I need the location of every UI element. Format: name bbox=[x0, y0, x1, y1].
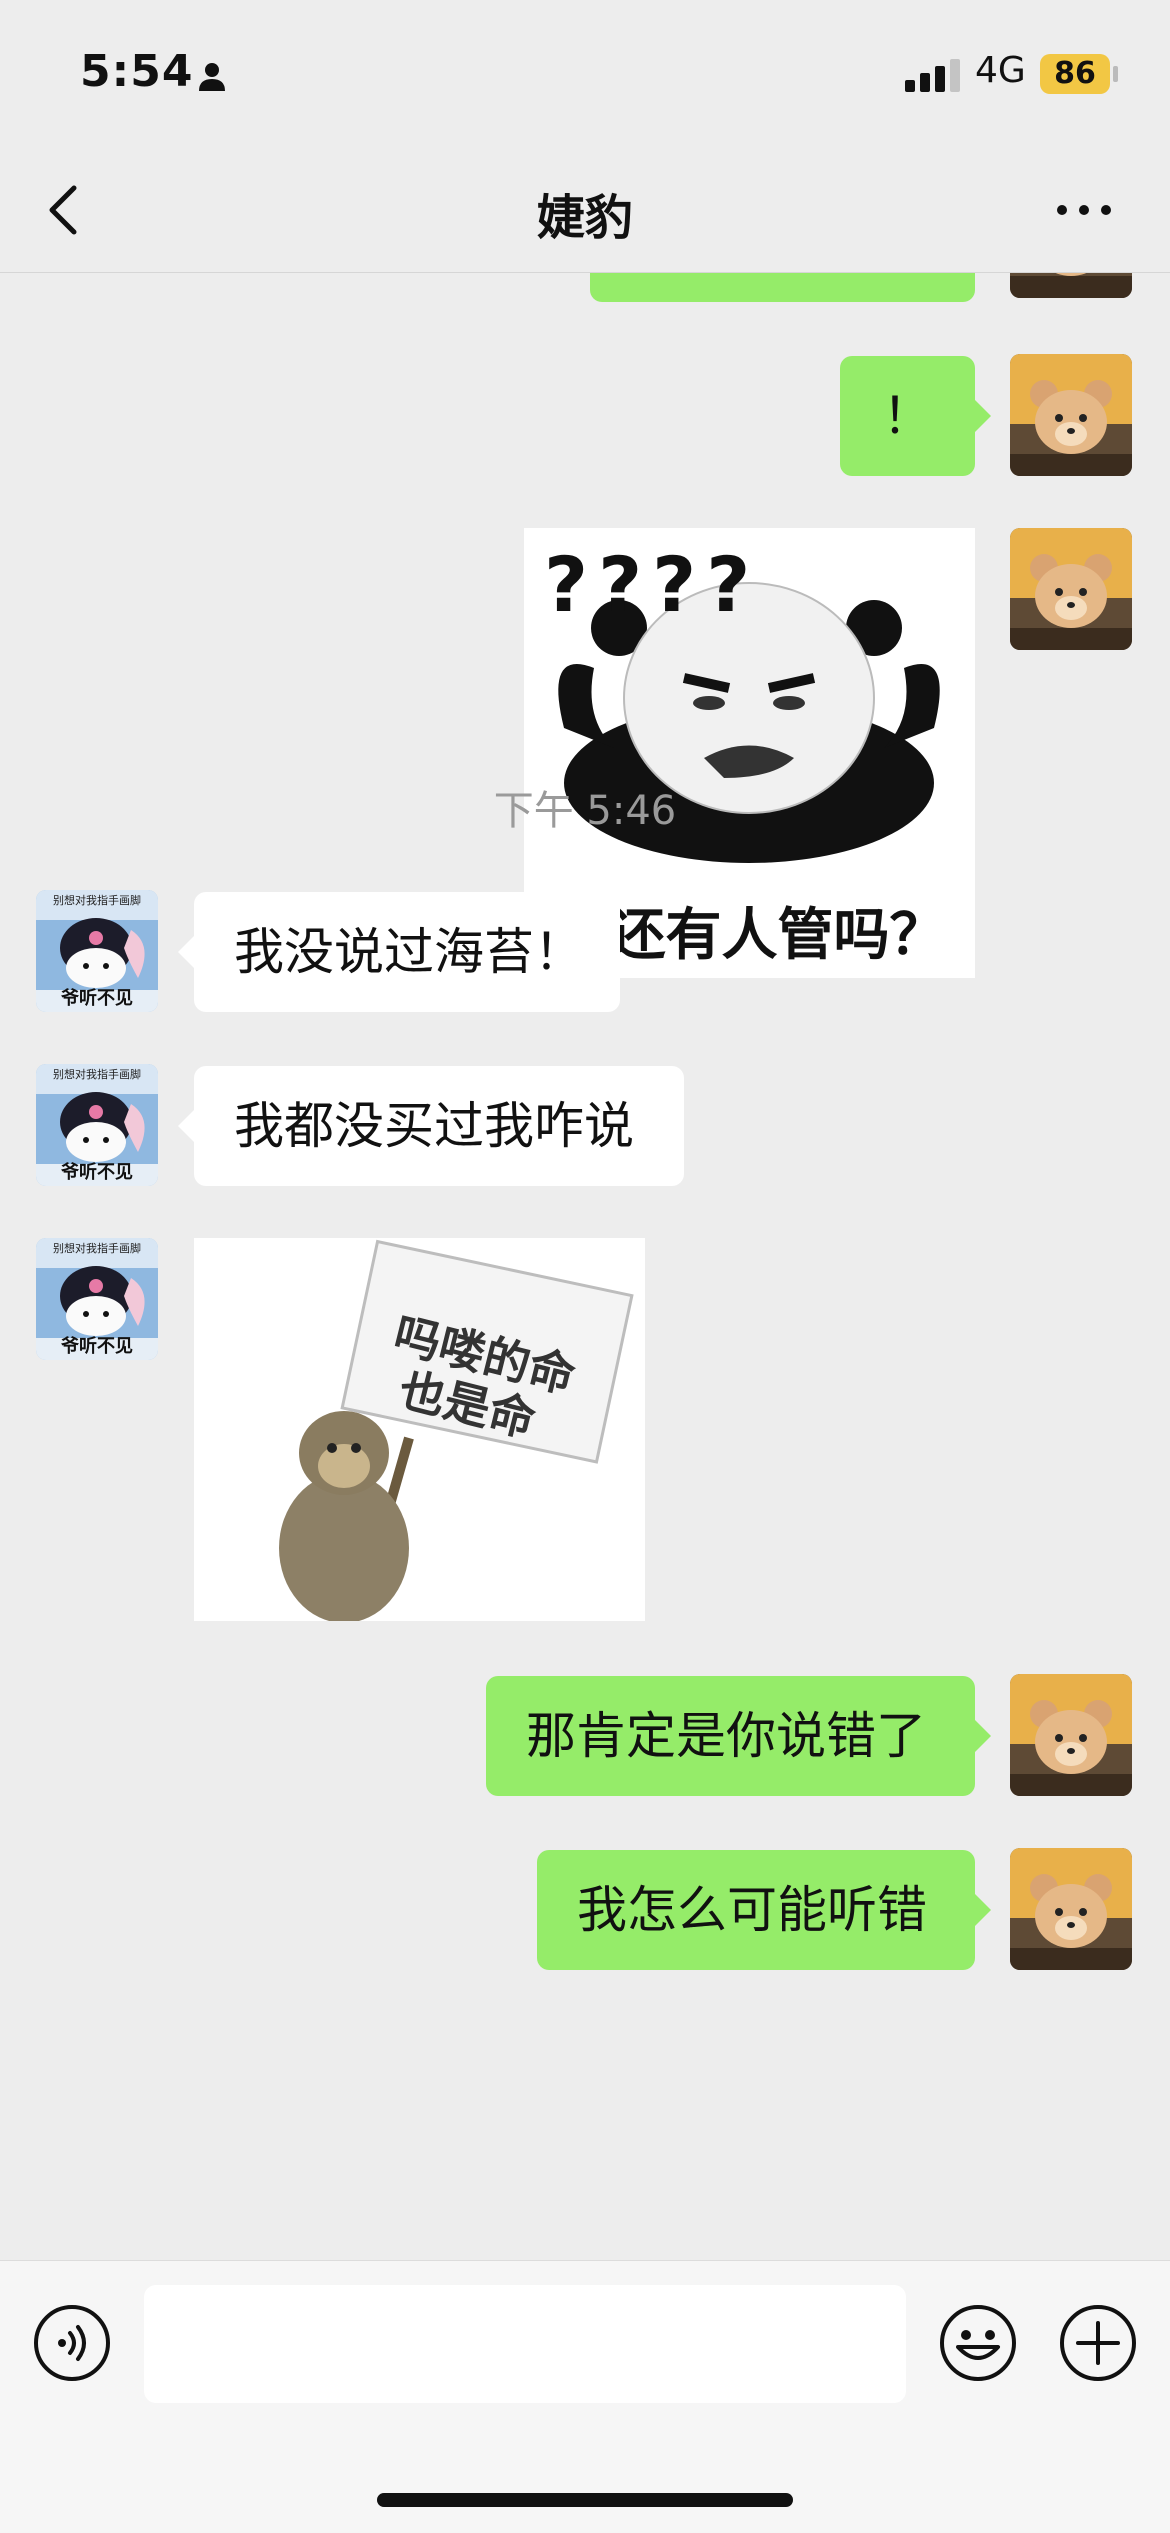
sticker-question-marks: ???? bbox=[544, 540, 761, 629]
chat-title: 婕豹 bbox=[536, 190, 633, 246]
chat-header: 婕豹 bbox=[0, 150, 1170, 273]
message-bubble-received[interactable]: 我都没买过我咋说 bbox=[178, 1066, 684, 1186]
message-timestamp: 下午 5:46 bbox=[493, 788, 677, 834]
add-plus-icon[interactable] bbox=[1058, 2303, 1138, 2383]
message-bubble-sent[interactable]: 那肯定是你说错了 bbox=[486, 1676, 991, 1796]
avatar-bottom-text: 爷听不见 bbox=[61, 988, 133, 1009]
my-avatar[interactable] bbox=[1010, 1674, 1132, 1796]
avatar-top-text: 别想对我指手画脚 bbox=[53, 1068, 141, 1081]
message-input[interactable] bbox=[144, 2285, 906, 2403]
person-icon bbox=[199, 63, 225, 91]
cellular-signal-icon bbox=[905, 59, 960, 92]
contact-avatar[interactable]: 别想对我指手画脚 爷听不见 bbox=[36, 1064, 158, 1186]
monkey-sticker[interactable]: 吗喽的命 也是命 bbox=[194, 1238, 645, 1621]
my-avatar[interactable] bbox=[1010, 528, 1132, 650]
more-options-icon[interactable] bbox=[1054, 198, 1114, 222]
my-avatar[interactable] bbox=[1010, 272, 1132, 298]
input-bar bbox=[0, 2260, 1170, 2533]
avatar-top-text: 别想对我指手画脚 bbox=[53, 1242, 141, 1255]
battery-cap bbox=[1113, 66, 1118, 82]
avatar-bottom-text: 爷听不见 bbox=[61, 1336, 133, 1357]
home-indicator[interactable] bbox=[377, 2493, 793, 2507]
status-time: 5:54 bbox=[80, 46, 194, 97]
voice-input-icon[interactable] bbox=[32, 2303, 112, 2383]
status-bar: 5:54 4G 86 bbox=[0, 0, 1170, 150]
avatar-top-text: 别想对我指手画脚 bbox=[53, 894, 141, 907]
my-avatar[interactable] bbox=[1010, 1848, 1132, 1970]
message-bubble-received[interactable]: 我没说过海苔！ bbox=[178, 892, 620, 1012]
message-bubble-partial[interactable] bbox=[590, 272, 975, 302]
avatar-bottom-text: 爷听不见 bbox=[61, 1162, 133, 1183]
network-type: 4G bbox=[975, 50, 1026, 91]
emoji-icon[interactable] bbox=[938, 2303, 1018, 2383]
battery-icon: 86 bbox=[1040, 54, 1110, 94]
contact-avatar[interactable]: 别想对我指手画脚 爷听不见 bbox=[36, 1238, 158, 1360]
message-bubble-sent[interactable]: 我怎么可能听错 bbox=[537, 1850, 991, 1970]
my-avatar[interactable] bbox=[1010, 354, 1132, 476]
message-bubble-sent[interactable]: ！ bbox=[840, 356, 991, 476]
message-list[interactable]: ！ ???? 这还有人管吗？ 下午 5:46 别想对我指手画脚 爷听不见 我没说… bbox=[0, 272, 1170, 2260]
contact-avatar[interactable]: 别想对我指手画脚 爷听不见 bbox=[36, 890, 158, 1012]
